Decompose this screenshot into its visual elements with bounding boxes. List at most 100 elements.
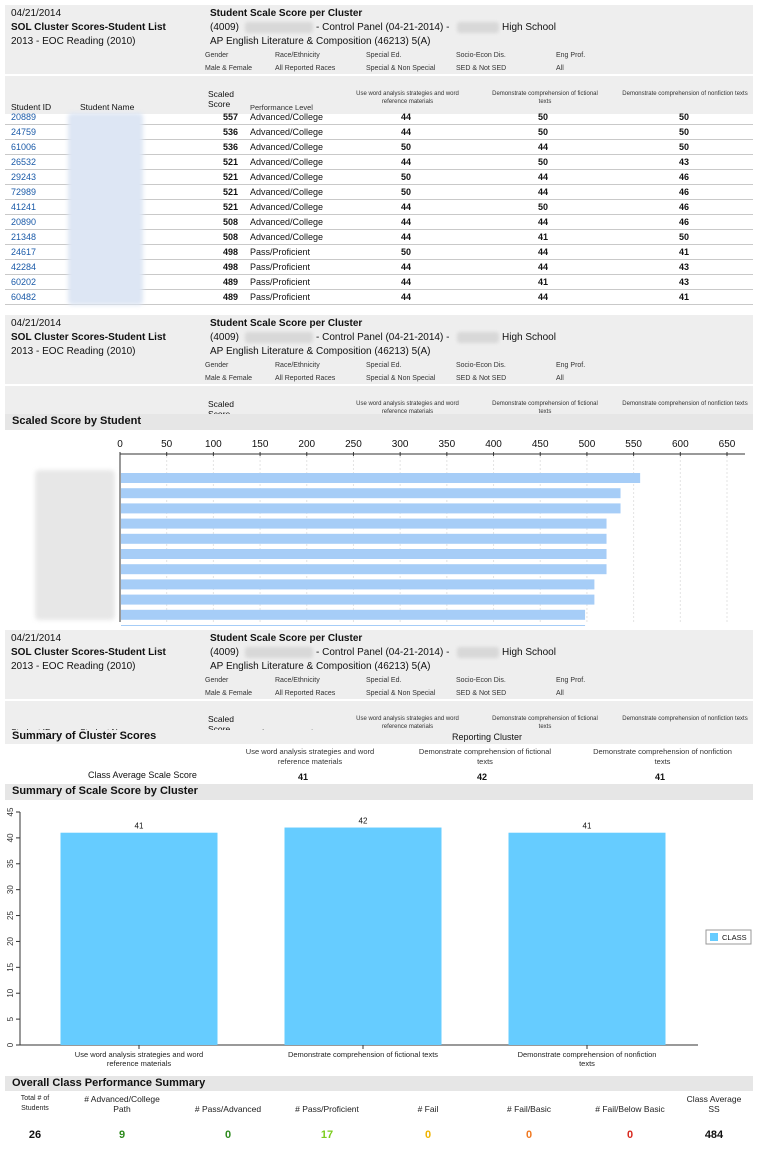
student-id-link[interactable]: 72989 [11,187,36,197]
center-title: Student Scale Score per Cluster [210,8,363,19]
class-average-cluster1: 41 [298,772,309,782]
cluster-bar [508,832,666,1045]
cluster3-score: 41 [679,292,690,302]
overall-header: # Fail [417,1104,439,1114]
x-tick-label: 500 [579,439,596,450]
student-id-link[interactable]: 60202 [11,277,36,287]
cluster1-score: 44 [401,292,412,302]
performance-level: Advanced/College [250,127,324,137]
redacted-school [457,647,499,658]
student-id-link[interactable]: 20889 [11,112,36,122]
cluster1-score: 50 [401,172,412,182]
student-id-link[interactable]: 26532 [11,157,36,167]
cluster3-score: 43 [679,157,690,167]
column-header-band: Student ID Student Name Scaled Score Per… [5,76,753,114]
filter-label: Eng Prof. [556,362,586,369]
cluster3-score: 43 [679,277,690,287]
filter-value: SED & Not SED [456,690,507,697]
redacted-division [245,332,313,343]
y-tick-label: 5 [6,1016,15,1021]
cluster3-score: 50 [679,127,690,137]
scaled-score: 498 [222,247,238,257]
filter-label: Race/Ethnicity [275,677,320,684]
student-id-link[interactable]: 24617 [11,247,36,257]
student-id-link[interactable]: 24759 [11,127,36,137]
col-scaled-score: Scaled Score [208,89,234,109]
category-label: Use word analysis strategies and word [75,1050,203,1059]
report-header: 04/21/2014 SOL Cluster Scores-Student Li… [5,630,753,699]
performance-level: Advanced/College [250,217,324,227]
x-tick-label: 400 [485,439,502,450]
cluster2-score: 44 [538,187,549,197]
student-id-link[interactable]: 41241 [11,202,36,212]
report-title: SOL Cluster Scores-Student List [11,647,166,658]
filter-value: All Reported Races [275,375,336,382]
school-suffix: High School [502,332,556,343]
summary-section-title: Summary of Cluster Scores [5,730,753,744]
center-title: Student Scale Score per Cluster [210,318,363,329]
filter-label: Eng Prof. [556,677,586,684]
score-bar [121,503,621,514]
report-date: 04/21/2014 [11,8,62,19]
performance-level: Pass/Proficient [250,292,311,302]
filter-value: All Reported Races [275,65,336,72]
col-cluster3: Demonstrate comprehension of nonfiction … [622,716,748,722]
filter-label: Socio-Econ Dis. [456,362,506,369]
overall-value: 26 [28,1129,42,1141]
y-tick-label: 45 [6,807,15,816]
overall-title: Overall Class Performance Summary [5,1076,753,1091]
student-id-link[interactable]: 61006 [11,142,36,152]
redacted-student-names [68,113,143,305]
control-panel: - Control Panel (04-21-2014) - [316,22,450,33]
division-code: (4009) [210,22,239,33]
student-id-link[interactable]: 29243 [11,172,36,182]
score-bar [121,473,641,483]
overall-header: # Pass/Advanced [194,1104,262,1114]
filter-value: SED & Not SED [456,65,507,72]
cluster3-score: 46 [679,202,690,212]
student-id-link[interactable]: 20890 [11,217,36,227]
score-bar [121,488,621,499]
cluster3-score: 46 [679,172,690,182]
cluster1-score: 44 [401,157,412,167]
x-tick-label: 650 [719,439,736,450]
division-code: (4009) [210,332,239,343]
scaled-score: 521 [222,172,238,182]
test-name: 2013 - EOC Reading (2010) [11,661,136,672]
student-id-link[interactable]: 21348 [11,232,36,242]
cluster1-score: 50 [401,142,412,152]
col-cluster2: Demonstrate comprehension of fictional t… [492,716,598,730]
filter-value: Special & Non Special [366,375,436,382]
student-id-link[interactable]: 60482 [11,292,36,302]
overall-header: Class Average SS [686,1094,742,1114]
scaled-score: 498 [222,262,238,272]
filter-label: Gender [205,52,229,59]
bar-value-label: 41 [583,822,592,831]
category-label: Demonstrate comprehension of fictional t… [288,1050,438,1059]
student-id-link[interactable]: 42284 [11,262,36,272]
cluster3-score: 43 [679,262,690,272]
filter-label: Race/Ethnicity [275,362,320,369]
redacted-school [457,332,499,343]
filter-value: All Reported Races [275,690,336,697]
cluster-chart-title: Summary of Scale Score by Cluster [5,784,753,800]
performance-level: Advanced/College [250,202,324,212]
score-bar [121,564,607,575]
cluster2-score: 44 [538,172,549,182]
x-tick-label: 250 [345,439,362,450]
x-tick-label: 600 [672,439,689,450]
school-suffix: High School [502,647,556,658]
scaled-score: 557 [222,112,238,122]
filter-label: Socio-Econ Dis. [456,677,506,684]
cluster2-score: 44 [538,142,549,152]
legend-swatch [710,933,718,941]
score-bar [121,579,595,590]
category-label: reference materials [107,1059,171,1068]
y-tick-label: 10 [6,988,15,997]
class-average-cluster2: 42 [477,772,488,782]
center-title: Student Scale Score per Cluster [210,633,363,644]
x-tick-label: 0 [117,439,123,450]
overall-value: 0 [626,1129,634,1141]
filter-label: Socio-Econ Dis. [456,52,506,59]
y-tick-label: 25 [6,911,15,920]
